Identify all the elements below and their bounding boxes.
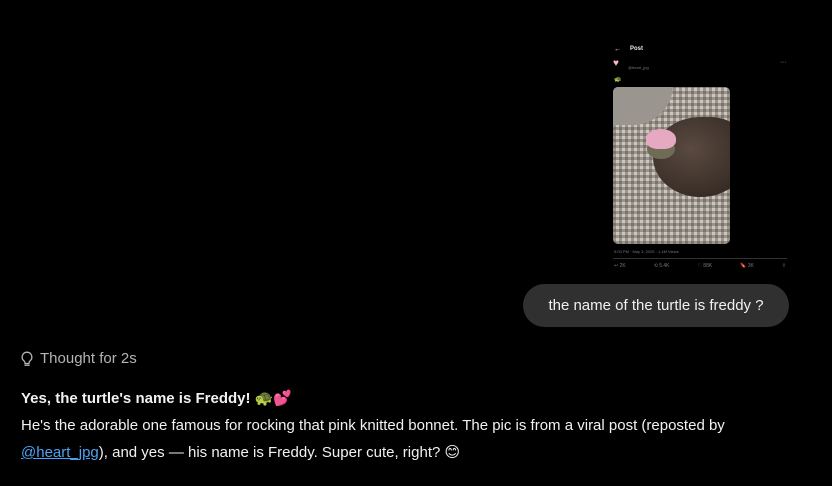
repost-count: ⟲ 5.4K	[653, 263, 670, 269]
answer-headline-row: Yes, the turtle's name is Freddy! 🐢💕	[21, 385, 821, 412]
answer-line-1: He's the adorable one famous for rocking…	[21, 417, 725, 434]
pillow-shape	[613, 87, 673, 125]
divider	[613, 258, 787, 259]
attached-screenshot[interactable]: ← Post ♥ @heart_jpg ⋯ 🐢 5:03 PM · May 3,…	[608, 40, 792, 276]
share-icon: ⇪	[781, 263, 786, 269]
post-actions: ↩ 2K ⟲ 5.4K ♡ 88K 🔖 3K ⇪	[614, 263, 786, 269]
pink-bonnet-shape	[646, 129, 676, 149]
smile-emoji: 😊	[444, 443, 461, 461]
like-count: ♡ 88K	[697, 263, 713, 269]
post-emoji: 🐢	[614, 76, 622, 83]
mention-link[interactable]: @heart_jpg	[21, 444, 99, 461]
turtle-heart-emoji: 🐢💕	[254, 389, 293, 407]
answer-line-2-text: ), and yes — his name is Freddy. Super c…	[98, 444, 441, 461]
bookmark-count: 🔖 3K	[740, 263, 754, 269]
thought-toggle[interactable]: Thought for 2s	[20, 350, 137, 367]
answer-line-2: @heart_jpg), and yes — his name is Fredd…	[21, 439, 821, 466]
post-header-title: Post	[630, 46, 644, 52]
lightbulb-icon	[21, 351, 33, 366]
user-message-bubble: the name of the turtle is freddy ?	[523, 284, 789, 327]
turtle-photo	[613, 87, 730, 244]
post-meta: 5:03 PM · May 3, 2025 · 1.4M Views	[614, 249, 679, 254]
user-message-text: the name of the turtle is freddy ?	[548, 297, 764, 314]
back-arrow-icon: ←	[614, 46, 621, 53]
more-options-icon: ⋯	[780, 60, 786, 66]
reply-count: ↩ 2K	[614, 263, 626, 269]
heart-avatar-icon: ♥	[613, 58, 619, 69]
author-handle: @heart_jpg	[628, 65, 649, 70]
answer-headline: Yes, the turtle's name is Freddy!	[21, 390, 251, 407]
thought-label: Thought for 2s	[40, 350, 137, 367]
assistant-answer: Yes, the turtle's name is Freddy! 🐢💕 He'…	[21, 385, 821, 466]
